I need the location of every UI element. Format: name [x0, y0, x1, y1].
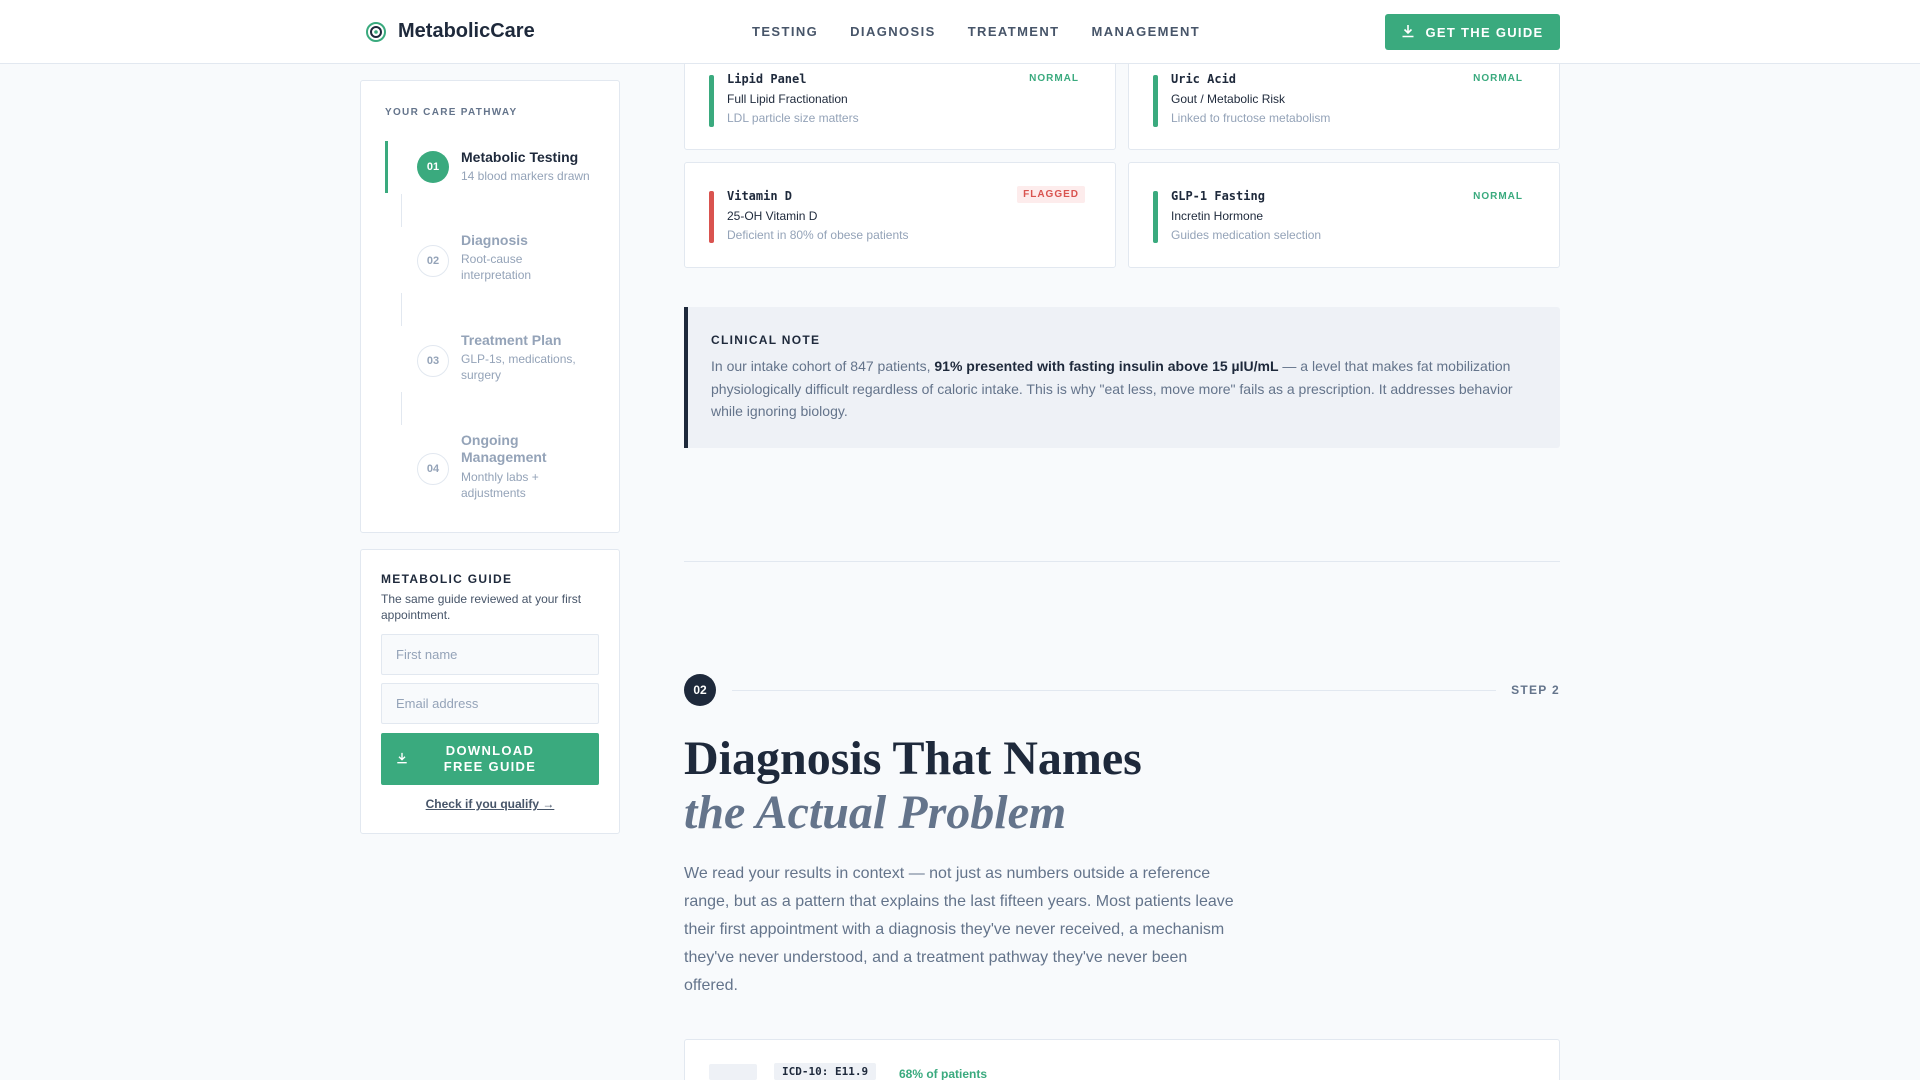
diagnosis-card[interactable]: ICD-10: E11.9 68% of patients: [684, 1039, 1560, 1080]
lab-card-glp1-fasting[interactable]: GLP-1 Fasting Incretin Hormone Guides me…: [1128, 162, 1560, 268]
section-divider: [684, 561, 1560, 562]
lab-note: LDL particle size matters: [727, 111, 859, 125]
care-pathway-panel: YOUR CARE PATHWAY 01 Metabolic Testing 1…: [360, 80, 620, 533]
step2-rule: [732, 690, 1496, 691]
lab-name: Lipid Panel: [727, 72, 807, 86]
clinical-note-body: In our intake cohort of 847 patients, 91…: [711, 355, 1541, 423]
step-subtitle: GLP-1s, medications, surgery: [461, 352, 576, 382]
status-bar: [1153, 191, 1158, 243]
step-subtitle: Monthly labs + adjustments: [461, 470, 539, 500]
step-connector: [401, 392, 402, 425]
lab-note: Linked to fructose metabolism: [1171, 111, 1331, 125]
lab-note: Deficient in 80% of obese patients: [727, 228, 909, 242]
step-title: Metabolic Testing: [461, 149, 579, 165]
lab-description: 25-OH Vitamin D: [727, 209, 818, 223]
lab-description: Full Lipid Fractionation: [727, 92, 848, 106]
step-title: Ongoing Management: [461, 432, 547, 465]
section-lead: We read your results in context — not ju…: [684, 865, 1234, 994]
step-subtitle: 14 blood markers drawn: [461, 169, 590, 183]
status-badge: NORMAL: [1473, 191, 1523, 202]
lab-description: Incretin Hormone: [1171, 209, 1264, 223]
status-bar: [709, 75, 714, 127]
site-header: MetabolicCare TESTING DIAGNOSIS TREATMEN…: [0, 0, 1920, 64]
step-number: 02: [417, 245, 449, 277]
diagnosis-chip: [709, 1064, 757, 1080]
step-title: Diagnosis: [461, 232, 528, 248]
lab-name: GLP-1 Fasting: [1171, 189, 1265, 203]
step-number: 01: [417, 151, 449, 183]
download-icon: [396, 752, 408, 767]
heading-line-2: the Actual Problem: [684, 786, 1067, 839]
lab-name: Uric Acid: [1171, 72, 1237, 86]
pathway-title: YOUR CARE PATHWAY: [385, 107, 518, 118]
nav-diagnosis[interactable]: DIAGNOSIS: [850, 24, 936, 39]
lab-note: Guides medication selection: [1171, 228, 1322, 242]
step2-label: STEP 2: [1511, 683, 1560, 697]
brand-logo[interactable]: MetabolicCare: [366, 20, 535, 43]
get-guide-label: GET THE GUIDE: [1425, 24, 1544, 40]
heading-line-1: Diagnosis That Names: [684, 732, 1142, 785]
clinical-note: CLINICAL NOTE In our intake cohort of 84…: [684, 307, 1560, 448]
download-guide-button[interactable]: DOWNLOAD FREE GUIDE: [381, 733, 599, 785]
pathway-step-diagnosis[interactable]: 02 Diagnosis Root-cause interpretation: [385, 231, 605, 291]
email-field[interactable]: [381, 683, 599, 724]
guide-signup-panel: METABOLIC GUIDE The same guide reviewed …: [360, 549, 620, 834]
get-guide-button[interactable]: GET THE GUIDE: [1385, 14, 1560, 50]
step-title: Treatment Plan: [461, 332, 562, 348]
guide-title: METABOLIC GUIDE: [381, 572, 513, 586]
nav-management[interactable]: MANAGEMENT: [1092, 24, 1201, 39]
nav-treatment[interactable]: TREATMENT: [968, 24, 1060, 39]
step2-number-badge: 02: [684, 674, 716, 706]
note-text: In our intake cohort of 847 patients,: [711, 358, 935, 374]
patient-percentage: 68% of patients: [899, 1067, 988, 1080]
guide-subtitle: The same guide reviewed at your first ap…: [381, 592, 582, 622]
step-connector: [401, 293, 402, 326]
icd-code-badge: ICD-10: E11.9: [774, 1063, 877, 1080]
pathway-step-treatment[interactable]: 03 Treatment Plan GLP-1s, medications, s…: [385, 331, 605, 391]
step-number: 04: [417, 453, 449, 485]
note-highlight: 91% presented with fasting insulin above…: [934, 358, 1279, 374]
first-name-field[interactable]: [381, 634, 599, 675]
step-number: 03: [417, 345, 449, 377]
status-bar: [1153, 75, 1158, 127]
brand-name: MetabolicCare: [398, 20, 535, 42]
swirl-logo-icon: [366, 21, 386, 42]
status-bar: [709, 191, 714, 243]
nav-testing[interactable]: TESTING: [752, 24, 818, 39]
pathway-step-management[interactable]: 04 Ongoing Management Monthly labs + adj…: [385, 431, 605, 511]
section-heading: Diagnosis That Names the Actual Problem: [684, 732, 1142, 840]
lab-name: Vitamin D: [727, 189, 793, 203]
download-icon: [1401, 24, 1415, 41]
pathway-step-testing[interactable]: 01 Metabolic Testing 14 blood markers dr…: [385, 141, 605, 193]
lab-description: Gout / Metabolic Risk: [1171, 92, 1286, 106]
step-connector: [401, 194, 402, 227]
main-nav: TESTING DIAGNOSIS TREATMENT MANAGEMENT: [752, 24, 1232, 39]
step-subtitle: Root-cause interpretation: [461, 252, 532, 282]
lab-card-vitamin-d[interactable]: Vitamin D 25-OH Vitamin D Deficient in 8…: [684, 162, 1116, 268]
qualify-link[interactable]: Check if you qualify →: [361, 797, 619, 811]
download-guide-label: DOWNLOAD FREE GUIDE: [443, 743, 537, 774]
status-badge: FLAGGED: [1017, 186, 1085, 203]
clinical-note-title: CLINICAL NOTE: [711, 333, 821, 347]
status-badge: NORMAL: [1473, 73, 1523, 84]
status-badge: NORMAL: [1029, 73, 1079, 84]
active-step-indicator: [385, 141, 388, 193]
